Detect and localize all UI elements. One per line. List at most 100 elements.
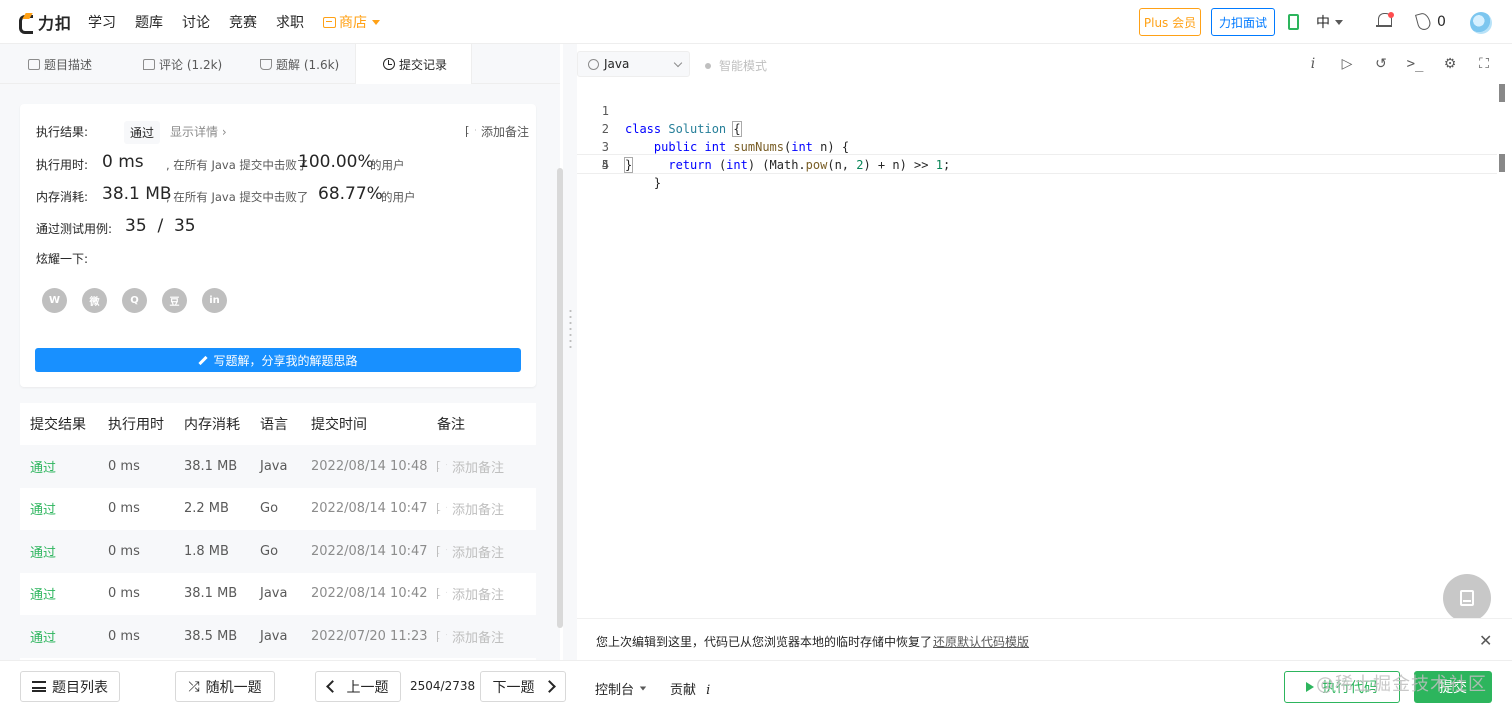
flame-count: 0 bbox=[1437, 14, 1446, 30]
editor-scrollbar[interactable] bbox=[1499, 84, 1505, 102]
nav-link-learn[interactable]: 学习 bbox=[88, 12, 116, 32]
reset-icon[interactable]: ↺ bbox=[1373, 56, 1389, 72]
drag-handle-icon[interactable] bbox=[569, 308, 572, 350]
memory-cell: 38.1 MB bbox=[184, 458, 238, 474]
result-link[interactable]: 通过 bbox=[30, 542, 56, 561]
leetcode-logo-icon bbox=[18, 13, 34, 34]
language-select[interactable]: Java bbox=[577, 51, 690, 77]
settings-icon[interactable]: ⚙ bbox=[1442, 56, 1458, 72]
weibo-icon[interactable]: 微 bbox=[82, 288, 107, 313]
add-note-button[interactable]: 添加备注 bbox=[437, 627, 504, 646]
notification-dot bbox=[1388, 12, 1394, 18]
prev-problem-button[interactable]: 上一题 bbox=[315, 671, 401, 702]
nav-link-jobs[interactable]: 求职 bbox=[276, 12, 304, 32]
random-problem-button[interactable]: ⤮ 随机一题 bbox=[175, 671, 275, 702]
info-italic-icon[interactable]: i bbox=[1305, 56, 1321, 72]
table-row: 通过 0 ms 38.1 MB Java 2022/08/14 10:48 添加备注 bbox=[20, 445, 536, 488]
language-cell: Java bbox=[260, 628, 288, 644]
smart-mode-toggle[interactable]: 智能模式 bbox=[705, 57, 767, 74]
clock-icon bbox=[383, 58, 395, 70]
runtime-users: 的用户 bbox=[370, 158, 405, 172]
flame-icon[interactable] bbox=[1415, 11, 1432, 32]
show-details-link[interactable]: 显示详情 › bbox=[170, 123, 227, 140]
header-time: 提交时间 bbox=[311, 417, 367, 433]
result-link[interactable]: 通过 bbox=[30, 499, 56, 518]
nav-link-contest[interactable]: 竞赛 bbox=[229, 12, 257, 32]
chevron-left-icon bbox=[325, 680, 339, 693]
logo-text: 力扣 bbox=[38, 14, 73, 33]
random-label: 随机一题 bbox=[205, 679, 262, 696]
tab-submissions[interactable]: 提交记录 bbox=[355, 44, 472, 84]
problem-list-button[interactable]: 题目列表 bbox=[20, 671, 120, 702]
language-value: Java bbox=[604, 57, 630, 71]
memory-value: 38.1 MB bbox=[102, 184, 172, 204]
interview-button[interactable]: 力扣面试 bbox=[1211, 8, 1275, 36]
memory-cell: 2.2 MB bbox=[184, 501, 229, 517]
code-editor[interactable]: 1 class Solution { 2 public int sumNums(… bbox=[577, 84, 1512, 622]
smart-mode-label: 智能模式 bbox=[719, 59, 768, 73]
language-switch[interactable]: 中 bbox=[1316, 12, 1343, 32]
add-note-button[interactable]: 添加备注 bbox=[437, 542, 504, 561]
runtime-value: 0 ms bbox=[102, 152, 144, 172]
problem-tabs: 题目描述 评论 (1.2k) 题解 (1.6k) 提交记录 bbox=[0, 44, 560, 84]
result-link[interactable]: 通过 bbox=[30, 584, 56, 603]
result-link[interactable]: 通过 bbox=[30, 457, 56, 476]
nav-link-shop[interactable]: 商店 bbox=[323, 12, 380, 32]
chevron-down-icon bbox=[1335, 19, 1343, 25]
tab-comments[interactable]: 评论 (1.2k) bbox=[143, 44, 222, 84]
panel-splitter[interactable] bbox=[563, 44, 577, 660]
chevron-down-icon bbox=[639, 686, 647, 691]
add-note-label: 添加备注 bbox=[452, 503, 505, 519]
leetcode-logo[interactable]: 力扣 bbox=[18, 11, 73, 34]
add-note-label: 添加备注 bbox=[452, 460, 505, 476]
chevron-down-icon bbox=[673, 58, 683, 68]
code-line: 1 class Solution { bbox=[577, 84, 1497, 137]
share-icons: W 微 Q 豆 in bbox=[42, 288, 242, 313]
result-link[interactable]: 通过 bbox=[30, 627, 56, 646]
tab-solutions[interactable]: 题解 (1.6k) bbox=[260, 44, 339, 84]
header-memory: 内存消耗 bbox=[184, 417, 240, 433]
tab-description[interactable]: 题目描述 bbox=[28, 44, 92, 84]
problem-list-label: 题目列表 bbox=[52, 679, 108, 696]
nav-link-discuss[interactable]: 讨论 bbox=[182, 12, 210, 32]
avatar[interactable] bbox=[1470, 12, 1492, 34]
runtime-cell: 0 ms bbox=[108, 586, 140, 602]
list-icon bbox=[32, 681, 46, 692]
add-note-button[interactable]: 添加备注 bbox=[437, 457, 504, 476]
book-icon bbox=[1460, 590, 1474, 606]
table-body: 通过 0 ms 38.1 MB Java 2022/08/14 10:48 添加备注 通过 0… bbox=[20, 445, 536, 658]
play-outline-icon[interactable]: ▷ bbox=[1339, 56, 1355, 72]
add-note-button[interactable]: 添加备注 bbox=[466, 123, 529, 140]
qq-icon[interactable]: Q bbox=[122, 288, 147, 313]
nav-link-problems[interactable]: 题库 bbox=[135, 12, 163, 32]
add-note-label: 添加备注 bbox=[481, 125, 530, 139]
mobile-app-icon[interactable] bbox=[1288, 14, 1299, 30]
douban-icon[interactable]: 豆 bbox=[162, 288, 187, 313]
notes-fab[interactable] bbox=[1443, 574, 1491, 622]
next-problem-button[interactable]: 下一题 bbox=[480, 671, 566, 702]
add-note-button[interactable]: 添加备注 bbox=[437, 499, 504, 518]
terminal-icon[interactable]: >_ bbox=[1407, 56, 1424, 72]
contribute-button[interactable]: 贡献 i bbox=[670, 679, 710, 698]
restore-default-link[interactable]: 还原默认代码模版 bbox=[933, 633, 1029, 650]
add-note-button[interactable]: 添加备注 bbox=[437, 584, 504, 603]
editor-overview-marker bbox=[1499, 154, 1505, 172]
wechat-icon[interactable]: W bbox=[42, 288, 67, 313]
linkedin-icon[interactable]: in bbox=[202, 288, 227, 313]
submit-time-cell: 2022/07/20 11:23 bbox=[311, 628, 428, 644]
prev-label: 上一题 bbox=[346, 679, 389, 696]
share-label: 炫耀一下: bbox=[36, 252, 89, 266]
info-italic-icon: i bbox=[706, 683, 711, 698]
write-solution-button[interactable]: 写题解，分享我的解题思路 bbox=[35, 348, 521, 372]
plus-member-button[interactable]: Plus 会员 bbox=[1139, 8, 1201, 36]
shop-icon bbox=[323, 16, 336, 28]
runtime-cell: 0 ms bbox=[108, 628, 140, 644]
close-icon[interactable]: ✕ bbox=[1479, 631, 1492, 650]
watermark: @稀土掘金技术社区 bbox=[1316, 674, 1487, 695]
console-toggle[interactable]: 控制台 bbox=[595, 679, 647, 698]
restore-message: 您上次编辑到这里，代码已从您浏览器本地的临时存储中恢复了 bbox=[596, 635, 933, 649]
header-runtime: 执行用时 bbox=[108, 417, 164, 433]
info-icon bbox=[588, 58, 599, 70]
fullscreen-icon[interactable]: ⛶ bbox=[1476, 56, 1492, 72]
problem-pager: 2504/2738 bbox=[410, 679, 476, 693]
